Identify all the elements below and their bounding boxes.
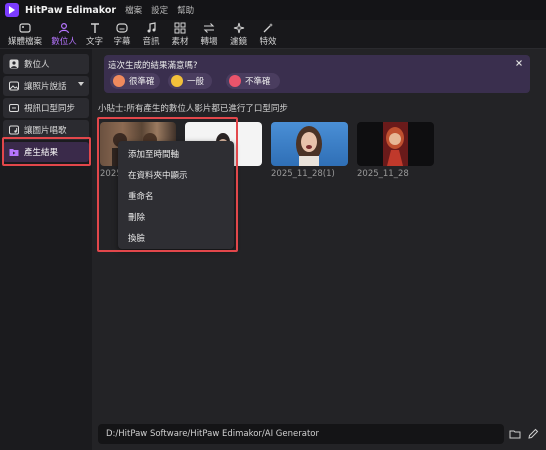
- app-title: HitPaw Edimakor: [25, 4, 117, 16]
- tab-media-label: 媒體檔案: [7, 36, 42, 47]
- video-frame-image: [296, 126, 322, 166]
- sidebar-item-label: 數位人: [24, 60, 50, 70]
- tab-media[interactable]: 媒體檔案: [3, 20, 47, 48]
- effects-magic-icon: [263, 22, 273, 32]
- tab-subtitle-label: 字幕: [113, 36, 131, 47]
- sidebar-item-digital-human[interactable]: 數位人: [3, 54, 89, 74]
- edit-pen-icon[interactable]: [527, 428, 539, 440]
- tab-digital-human-label: 數位人: [51, 36, 77, 47]
- tab-filter[interactable]: 濾鏡: [224, 20, 253, 48]
- highlight-box-sidebar: [2, 137, 91, 166]
- output-path-field[interactable]: D:/HitPaw Software/HitPaw Edimakor/AI Ge…: [98, 424, 504, 444]
- sidebar-item-label: 視訊口型同步: [24, 104, 76, 114]
- stock-grid-icon: [174, 22, 186, 33]
- video-frame-image: [383, 122, 408, 166]
- tab-text[interactable]: 文字: [81, 20, 108, 48]
- sidebar-item-talking-photo[interactable]: 讓照片說話: [3, 76, 89, 96]
- close-icon[interactable]: [514, 58, 524, 68]
- app-logo-icon: [5, 3, 19, 17]
- tab-effects[interactable]: 特效: [253, 20, 283, 48]
- feedback-option-label: 一般: [187, 77, 205, 87]
- feedback-option-label: 很準確: [129, 77, 155, 87]
- sad-face-icon: [229, 75, 241, 87]
- tab-stock[interactable]: 素材: [166, 20, 194, 48]
- sidebar-item-label: 讓照片說話: [24, 82, 67, 92]
- feedback-average-button[interactable]: 一般: [168, 73, 212, 89]
- tab-subtitle[interactable]: 字幕: [108, 20, 136, 48]
- tab-stock-label: 素材: [171, 36, 189, 47]
- main-toolbar: 媒體檔案 數位人 文字 字幕 音訊 素材 轉場 濾鏡 特效: [0, 20, 546, 49]
- tab-transition[interactable]: 轉場: [194, 20, 224, 48]
- photo-talk-icon: [9, 81, 19, 91]
- tab-digital-human[interactable]: 數位人: [47, 20, 81, 48]
- tab-transition-label: 轉場: [200, 36, 218, 47]
- title-bar: HitPaw Edimakor 檔案 設定 幫助: [0, 0, 546, 20]
- tab-audio-label: 音訊: [142, 36, 160, 47]
- person-card-icon: [9, 59, 19, 69]
- image-sing-icon: [9, 125, 19, 135]
- tab-text-label: 文字: [85, 36, 103, 47]
- music-note-icon: [147, 21, 156, 32]
- sidebar-item-label: 讓圖片唱歌: [24, 126, 67, 136]
- subtitle-icon: [116, 22, 128, 33]
- output-path-text: D:/HitPaw Software/HitPaw Edimakor/AI Ge…: [106, 429, 319, 439]
- sidebar-item-video-lipsync[interactable]: 視訊口型同步: [3, 98, 89, 118]
- result-caption: 2025_11_28(1): [271, 169, 335, 179]
- folder-open-icon[interactable]: [509, 428, 521, 440]
- result-caption: 2025_11_28: [357, 169, 409, 179]
- filter-sparkle-icon: [233, 22, 244, 33]
- happy-face-icon: [113, 75, 125, 87]
- menu-settings[interactable]: 設定: [151, 4, 168, 16]
- chevron-down-icon[interactable]: [78, 82, 84, 86]
- transition-icon: [203, 22, 215, 33]
- result-thumbnail[interactable]: [271, 122, 348, 166]
- lipsync-tip: 小貼士:所有產生的數位人影片都已進行了口型同步: [98, 104, 288, 114]
- neutral-face-icon: [171, 75, 183, 87]
- tab-filter-label: 濾鏡: [229, 36, 247, 47]
- feedback-accurate-button[interactable]: 很準確: [110, 73, 160, 89]
- menu-help[interactable]: 幫助: [177, 4, 194, 16]
- avatar-person-icon: [58, 22, 70, 33]
- feedback-question: 這次生成的結果滿意嗎?: [108, 61, 198, 71]
- text-icon: [90, 22, 99, 33]
- menu-file[interactable]: 檔案: [125, 4, 142, 16]
- tab-effects-label: 特效: [259, 36, 277, 47]
- media-icon: [19, 22, 31, 33]
- video-lipsync-icon: [9, 103, 19, 113]
- tab-audio[interactable]: 音訊: [136, 20, 166, 48]
- highlight-box-context: [97, 117, 238, 252]
- result-thumbnail[interactable]: [357, 122, 434, 166]
- feedback-inaccurate-button[interactable]: 不準確: [226, 73, 280, 89]
- feedback-option-label: 不準確: [245, 77, 271, 87]
